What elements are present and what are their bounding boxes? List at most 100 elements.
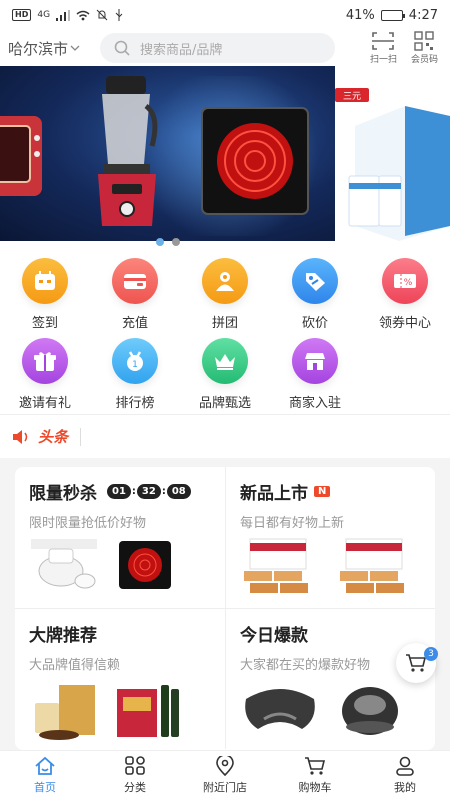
user-icon	[396, 756, 414, 776]
coupon-icon: %	[382, 258, 428, 304]
search-placeholder: 搜索商品/品牌	[140, 42, 223, 58]
chevron-down-icon	[70, 45, 80, 51]
blender-image	[98, 76, 158, 226]
status-bar: HD 4G 41% 4:27	[0, 0, 450, 30]
wifi-icon	[76, 10, 90, 20]
product-image[interactable]	[115, 537, 175, 593]
grid-item-coupon-center[interactable]: % 领券中心	[360, 258, 450, 331]
carousel-indicator	[0, 238, 335, 246]
cart-count-badge: 3	[424, 647, 438, 661]
qr-code-icon	[414, 31, 435, 51]
countdown-timer: 01 : 32 : 08	[107, 484, 191, 499]
ranking-icon: 1	[112, 338, 158, 384]
grid-label: 充值	[121, 316, 148, 331]
headline-news-bar[interactable]: 头条	[0, 414, 450, 458]
home-icon	[35, 756, 55, 775]
new-arrivals-subtitle: 每日都有好物上新	[240, 516, 345, 531]
flash-sale-title: 限量秒杀	[29, 484, 97, 504]
tab-cart[interactable]: 购物车	[270, 751, 360, 800]
feature-grid: 签到 充值 拼团 砍价 % 领券中心 邀请有礼 1 排行榜 品牌甄选 商家入驻	[0, 250, 450, 414]
milk-box-image: 三元	[335, 88, 450, 241]
tab-nearby-stores[interactable]: 附近门店	[180, 751, 270, 800]
brand-text: 三元	[343, 92, 361, 102]
tab-label: 我的	[394, 781, 416, 794]
search-icon	[114, 40, 130, 56]
promo-card: 限量秒杀 01 : 32 : 08 限时限量抢低价好物 新品上市 N 每日都有好…	[15, 467, 435, 750]
grid-label: 拼团	[211, 316, 238, 331]
grid-item-invite[interactable]: 邀请有礼	[0, 338, 90, 411]
timer-seconds: 08	[166, 484, 191, 499]
tab-category[interactable]: 分类	[90, 751, 180, 800]
banner-slide-milk[interactable]: 三元	[335, 66, 450, 241]
product-image[interactable]	[240, 537, 320, 597]
network-label: 4G	[37, 10, 51, 20]
product-image[interactable]	[240, 679, 320, 741]
usb-icon	[115, 9, 123, 21]
location-icon	[216, 756, 234, 776]
grid-item-group-buy[interactable]: 拼团	[180, 258, 270, 331]
battery-icon	[380, 9, 405, 21]
product-image[interactable]	[115, 679, 185, 741]
grid-item-ranking[interactable]: 1 排行榜	[90, 338, 180, 411]
city-label: 哈尔滨市	[8, 39, 69, 58]
scan-icon	[372, 32, 395, 50]
grid-label: 砍价	[301, 316, 328, 331]
store-icon	[292, 338, 338, 384]
grid-label: 邀请有礼	[18, 396, 71, 411]
search-input[interactable]: 搜索商品/品牌	[100, 33, 335, 63]
divider	[80, 427, 82, 446]
grid-item-brand-selection[interactable]: 品牌甄选	[180, 338, 270, 411]
floating-cart-button[interactable]: 3	[396, 643, 438, 683]
svg-text:1: 1	[132, 360, 138, 370]
hot-today-title: 今日爆款	[240, 626, 308, 646]
oven-image	[0, 116, 42, 196]
svg-text:%: %	[404, 278, 413, 288]
product-image[interactable]	[336, 679, 406, 741]
tab-label: 附近门店	[203, 781, 247, 794]
grid-label: 商家入驻	[288, 396, 341, 411]
member-code-button[interactable]: 会员码	[411, 31, 438, 65]
product-image[interactable]	[29, 537, 99, 593]
grid-label: 排行榜	[115, 396, 155, 411]
grid-item-merchant-join[interactable]: 商家入驻	[270, 338, 360, 411]
product-image[interactable]	[336, 537, 416, 597]
member-code-label: 会员码	[410, 55, 438, 65]
category-icon	[125, 756, 145, 775]
product-image[interactable]	[29, 679, 99, 741]
scan-button[interactable]: 扫一扫	[370, 31, 397, 65]
grid-item-checkin[interactable]: 签到	[0, 258, 90, 331]
banner-slide-appliances[interactable]	[0, 66, 335, 241]
tab-label: 分类	[124, 781, 146, 794]
carousel-dot[interactable]	[171, 238, 180, 246]
banner-carousel[interactable]: 三元	[0, 66, 450, 250]
scan-label: 扫一扫	[369, 55, 397, 65]
promo-brand-recommend[interactable]: 大牌推荐 大品牌值得信赖	[15, 608, 225, 749]
tab-profile[interactable]: 我的	[360, 751, 450, 800]
brand-recommend-subtitle: 大品牌值得信赖	[29, 658, 121, 673]
grid-label: 领券中心	[378, 316, 431, 331]
hot-today-subtitle: 大家都在买的爆款好物	[240, 658, 371, 673]
promo-new-arrivals[interactable]: 新品上市 N 每日都有好物上新	[225, 467, 435, 608]
carousel-dot[interactable]	[155, 238, 164, 246]
city-selector[interactable]: 哈尔滨市	[8, 38, 100, 59]
grid-item-bargain[interactable]: 砍价	[270, 258, 360, 331]
new-arrivals-title: 新品上市	[240, 484, 308, 504]
induction-cooker-image	[201, 107, 309, 215]
new-badge: N	[314, 486, 331, 497]
bottom-tab-bar: 首页 分类 附近门店 购物车 我的	[0, 750, 450, 800]
clock: 4:27	[408, 7, 438, 23]
brand-recommend-title: 大牌推荐	[29, 626, 97, 646]
top-header: 哈尔滨市 搜索商品/品牌 扫一扫 会员码	[0, 30, 450, 66]
grid-label: 品牌甄选	[198, 396, 251, 411]
mute-icon	[96, 9, 108, 21]
calendar-icon	[22, 258, 68, 304]
timer-hours: 01	[107, 484, 131, 499]
grid-item-recharge[interactable]: 充值	[90, 258, 180, 331]
cart-icon	[305, 757, 326, 775]
price-tag-icon	[292, 258, 338, 304]
hd-icon: HD	[12, 9, 32, 21]
tab-home[interactable]: 首页	[0, 751, 90, 800]
promo-flash-sale[interactable]: 限量秒杀 01 : 32 : 08 限时限量抢低价好物	[15, 467, 225, 608]
timer-minutes: 32	[136, 484, 161, 499]
tab-label: 购物车	[298, 781, 332, 794]
